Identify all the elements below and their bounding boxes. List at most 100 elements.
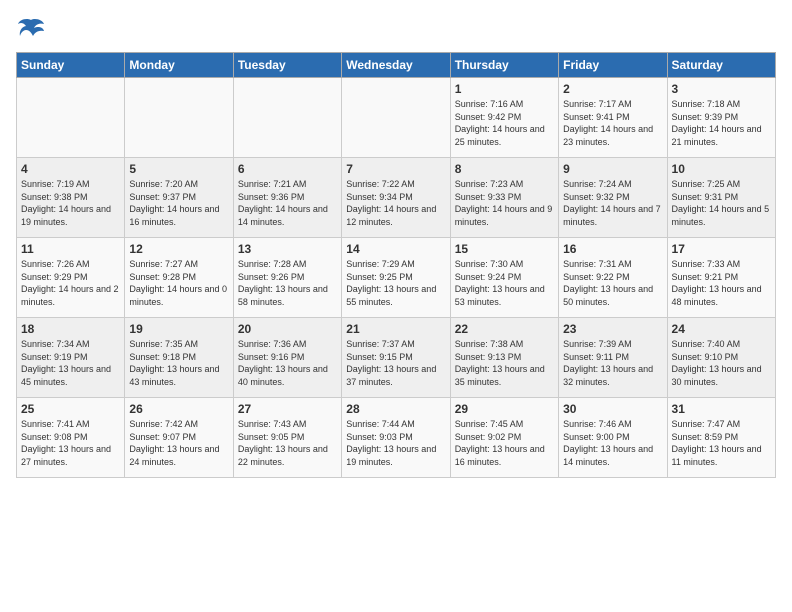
calendar-cell: 20 Sunrise: 7:36 AM Sunset: 9:16 PM Dayli…: [233, 318, 341, 398]
calendar-cell: 17 Sunrise: 7:33 AM Sunset: 9:21 PM Dayli…: [667, 238, 775, 318]
day-info: Sunrise: 7:30 AM Sunset: 9:24 PM Dayligh…: [455, 258, 554, 308]
calendar-cell: [125, 78, 233, 158]
logo: [16, 16, 50, 44]
day-info: Sunrise: 7:36 AM Sunset: 9:16 PM Dayligh…: [238, 338, 337, 388]
day-number: 16: [563, 242, 662, 256]
day-info: Sunrise: 7:20 AM Sunset: 9:37 PM Dayligh…: [129, 178, 228, 228]
day-info: Sunrise: 7:22 AM Sunset: 9:34 PM Dayligh…: [346, 178, 445, 228]
day-info: Sunrise: 7:35 AM Sunset: 9:18 PM Dayligh…: [129, 338, 228, 388]
day-number: 13: [238, 242, 337, 256]
calendar-cell: 30Sunrise: 7:46 AM Sunset: 9:00 PM Dayli…: [559, 398, 667, 478]
calendar-cell: 10 Sunrise: 7:25 AM Sunset: 9:31 PM Dayli…: [667, 158, 775, 238]
calendar-cell: 12 Sunrise: 7:27 AM Sunset: 9:28 PM Dayli…: [125, 238, 233, 318]
day-info: Sunrise: 7:17 AM Sunset: 9:41 PM Dayligh…: [563, 98, 662, 148]
day-info: Sunrise: 7:33 AM Sunset: 9:21 PM Dayligh…: [672, 258, 771, 308]
day-info: Sunrise: 7:24 AM Sunset: 9:32 PM Dayligh…: [563, 178, 662, 228]
calendar-body: 1 Sunrise: 7:16 AM Sunset: 9:42 PM Daylig…: [17, 78, 776, 478]
day-info: Sunrise: 7:43 AM Sunset: 9:05 PM Dayligh…: [238, 418, 337, 468]
day-number: 31: [672, 402, 771, 416]
day-info: Sunrise: 7:45 AM Sunset: 9:02 PM Dayligh…: [455, 418, 554, 468]
weekday-tuesday: Tuesday: [233, 53, 341, 78]
calendar-cell: [233, 78, 341, 158]
day-number: 1: [455, 82, 554, 96]
day-info: Sunrise: 7:34 AM Sunset: 9:19 PM Dayligh…: [21, 338, 120, 388]
calendar-cell: 2 Sunrise: 7:17 AM Sunset: 9:41 PM Daylig…: [559, 78, 667, 158]
weekday-monday: Monday: [125, 53, 233, 78]
logo-icon: [16, 16, 46, 44]
day-number: 14: [346, 242, 445, 256]
day-info: Sunrise: 7:44 AM Sunset: 9:03 PM Dayligh…: [346, 418, 445, 468]
day-info: Sunrise: 7:38 AM Sunset: 9:13 PM Dayligh…: [455, 338, 554, 388]
calendar-week-1: 1 Sunrise: 7:16 AM Sunset: 9:42 PM Daylig…: [17, 78, 776, 158]
day-info: Sunrise: 7:40 AM Sunset: 9:10 PM Dayligh…: [672, 338, 771, 388]
day-info: Sunrise: 7:41 AM Sunset: 9:08 PM Dayligh…: [21, 418, 120, 468]
day-info: Sunrise: 7:16 AM Sunset: 9:42 PM Dayligh…: [455, 98, 554, 148]
calendar-week-4: 18 Sunrise: 7:34 AM Sunset: 9:19 PM Dayli…: [17, 318, 776, 398]
day-number: 6: [238, 162, 337, 176]
calendar-cell: 26 Sunrise: 7:42 AM Sunset: 9:07 PM Dayli…: [125, 398, 233, 478]
day-number: 26: [129, 402, 228, 416]
calendar-cell: 27 Sunrise: 7:43 AM Sunset: 9:05 PM Dayli…: [233, 398, 341, 478]
day-number: 18: [21, 322, 120, 336]
calendar-cell: 21 Sunrise: 7:37 AM Sunset: 9:15 PM Dayli…: [342, 318, 450, 398]
calendar-cell: 29 Sunrise: 7:45 AM Sunset: 9:02 PM Dayli…: [450, 398, 558, 478]
day-info: Sunrise: 7:26 AM Sunset: 9:29 PM Dayligh…: [21, 258, 120, 308]
day-info: Sunrise: 7:37 AM Sunset: 9:15 PM Dayligh…: [346, 338, 445, 388]
calendar-cell: 25 Sunrise: 7:41 AM Sunset: 9:08 PM Dayli…: [17, 398, 125, 478]
page-header: [16, 16, 776, 44]
calendar-cell: 28Sunrise: 7:44 AM Sunset: 9:03 PM Dayli…: [342, 398, 450, 478]
calendar-cell: 11 Sunrise: 7:26 AM Sunset: 9:29 PM Dayli…: [17, 238, 125, 318]
day-info: Sunrise: 7:29 AM Sunset: 9:25 PM Dayligh…: [346, 258, 445, 308]
day-number: 27: [238, 402, 337, 416]
weekday-friday: Friday: [559, 53, 667, 78]
calendar-cell: 22 Sunrise: 7:38 AM Sunset: 9:13 PM Dayli…: [450, 318, 558, 398]
calendar-cell: 31 Sunrise: 7:47 AM Sunset: 8:59 PM Dayli…: [667, 398, 775, 478]
weekday-thursday: Thursday: [450, 53, 558, 78]
day-number: 25: [21, 402, 120, 416]
calendar-cell: [342, 78, 450, 158]
day-number: 8: [455, 162, 554, 176]
day-number: 29: [455, 402, 554, 416]
calendar-cell: 1 Sunrise: 7:16 AM Sunset: 9:42 PM Daylig…: [450, 78, 558, 158]
day-number: 22: [455, 322, 554, 336]
calendar-cell: 24Sunrise: 7:40 AM Sunset: 9:10 PM Dayli…: [667, 318, 775, 398]
day-number: 17: [672, 242, 771, 256]
day-number: 21: [346, 322, 445, 336]
calendar-cell: 7 Sunrise: 7:22 AM Sunset: 9:34 PM Daylig…: [342, 158, 450, 238]
weekday-saturday: Saturday: [667, 53, 775, 78]
calendar-cell: 18 Sunrise: 7:34 AM Sunset: 9:19 PM Dayli…: [17, 318, 125, 398]
calendar-week-2: 4Sunrise: 7:19 AM Sunset: 9:38 PM Daylig…: [17, 158, 776, 238]
day-info: Sunrise: 7:47 AM Sunset: 8:59 PM Dayligh…: [672, 418, 771, 468]
day-number: 20: [238, 322, 337, 336]
day-info: Sunrise: 7:27 AM Sunset: 9:28 PM Dayligh…: [129, 258, 228, 308]
day-info: Sunrise: 7:42 AM Sunset: 9:07 PM Dayligh…: [129, 418, 228, 468]
day-number: 23: [563, 322, 662, 336]
day-info: Sunrise: 7:31 AM Sunset: 9:22 PM Dayligh…: [563, 258, 662, 308]
calendar-week-5: 25 Sunrise: 7:41 AM Sunset: 9:08 PM Dayli…: [17, 398, 776, 478]
weekday-wednesday: Wednesday: [342, 53, 450, 78]
calendar-cell: 16 Sunrise: 7:31 AM Sunset: 9:22 PM Dayli…: [559, 238, 667, 318]
calendar-cell: 6 Sunrise: 7:21 AM Sunset: 9:36 PM Daylig…: [233, 158, 341, 238]
calendar-cell: 13Sunrise: 7:28 AM Sunset: 9:26 PM Dayli…: [233, 238, 341, 318]
day-number: 19: [129, 322, 228, 336]
day-number: 2: [563, 82, 662, 96]
day-number: 15: [455, 242, 554, 256]
calendar-cell: 23 Sunrise: 7:39 AM Sunset: 9:11 PM Dayli…: [559, 318, 667, 398]
day-number: 12: [129, 242, 228, 256]
calendar-cell: 4Sunrise: 7:19 AM Sunset: 9:38 PM Daylig…: [17, 158, 125, 238]
calendar-table: SundayMondayTuesdayWednesdayThursdayFrid…: [16, 52, 776, 478]
calendar-cell: [17, 78, 125, 158]
calendar-cell: 15 Sunrise: 7:30 AM Sunset: 9:24 PM Dayli…: [450, 238, 558, 318]
weekday-sunday: Sunday: [17, 53, 125, 78]
day-info: Sunrise: 7:18 AM Sunset: 9:39 PM Dayligh…: [672, 98, 771, 148]
day-info: Sunrise: 7:39 AM Sunset: 9:11 PM Dayligh…: [563, 338, 662, 388]
day-number: 7: [346, 162, 445, 176]
day-info: Sunrise: 7:21 AM Sunset: 9:36 PM Dayligh…: [238, 178, 337, 228]
day-info: Sunrise: 7:46 AM Sunset: 9:00 PM Dayligh…: [563, 418, 662, 468]
calendar-cell: 9 Sunrise: 7:24 AM Sunset: 9:32 PM Daylig…: [559, 158, 667, 238]
day-info: Sunrise: 7:23 AM Sunset: 9:33 PM Dayligh…: [455, 178, 554, 228]
day-info: Sunrise: 7:25 AM Sunset: 9:31 PM Dayligh…: [672, 178, 771, 228]
day-number: 9: [563, 162, 662, 176]
day-number: 10: [672, 162, 771, 176]
day-number: 11: [21, 242, 120, 256]
